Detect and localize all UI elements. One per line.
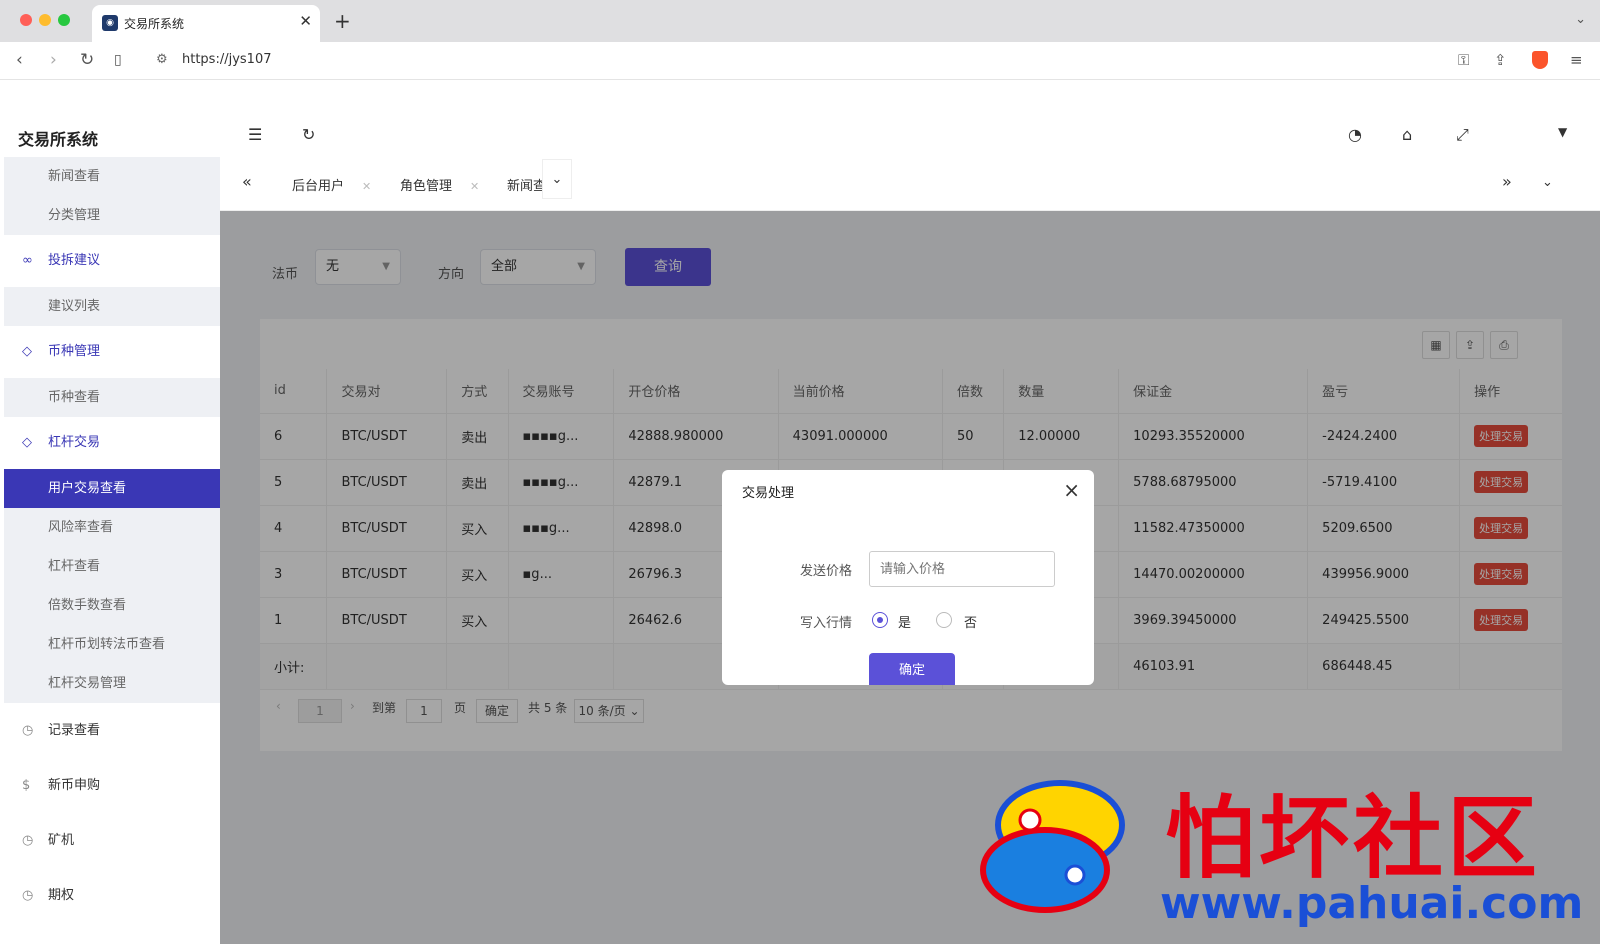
browser-tab[interactable]: ◉ 交易所系统 ✕ (92, 5, 320, 42)
browser-tab-title: 交易所系统 (124, 17, 185, 31)
radio-no-label: 否 (964, 616, 978, 631)
fullscreen-icon[interactable]: ⤢ (1456, 125, 1469, 145)
url-field[interactable]: ⚙ https://jys107 (146, 47, 1556, 75)
radio-yes[interactable] (872, 612, 888, 628)
trade-dialog: 交易处理 × 发送价格 写入行情 是 否 确定 (722, 470, 1094, 685)
page-tabs-bar: « 后台用户 ✕ 角色管理 ✕ 新闻查 ⌄ » ⌄ (220, 159, 1600, 211)
reload-icon[interactable]: ↻ (80, 50, 94, 70)
user-dropdown-icon[interactable]: ▼ (1558, 125, 1567, 139)
price-label: 发送价格 (800, 564, 853, 579)
minimize-window-icon[interactable] (39, 14, 51, 26)
sidebar-overlay (0, 211, 220, 944)
page-tab[interactable]: 后台用户 ✕ (292, 175, 371, 194)
brave-shield-icon[interactable] (1532, 51, 1548, 69)
favicon-icon: ◉ (102, 15, 118, 31)
page-tab-label: 角色管理 (400, 179, 453, 194)
maximize-window-icon[interactable] (58, 14, 70, 26)
radio-yes-label: 是 (898, 616, 912, 631)
hamburger-menu-icon[interactable]: ≡ (1570, 51, 1583, 69)
browser-tabbar: ◉ 交易所系统 ✕ + ⌄ (0, 0, 1600, 42)
browser-window: ◉ 交易所系统 ✕ + ⌄ ‹ › ↻ ▯ ⚙ https://jys107 ⚿… (0, 0, 1600, 944)
site-settings-icon[interactable]: ⚙ (156, 52, 168, 67)
close-tab-icon[interactable]: ✕ (299, 12, 312, 30)
forward-icon[interactable]: › (50, 50, 57, 70)
watermark-text: 怕坏社区 (1165, 785, 1541, 891)
refresh-icon[interactable]: ↻ (302, 125, 315, 144)
tabs-left-icon[interactable]: « (242, 172, 252, 191)
dialog-title: 交易处理 (742, 486, 795, 501)
key-icon[interactable]: ⚿ (1458, 51, 1469, 69)
radio-no[interactable] (936, 612, 952, 628)
page-tab[interactable]: 新闻查 (507, 175, 546, 194)
address-bar: ‹ › ↻ ▯ ⚙ https://jys107 ⚿ ⇪ ≡ (0, 42, 1600, 80)
close-window-icon[interactable] (20, 14, 32, 26)
collapse-menu-icon[interactable]: ☰ (248, 125, 262, 144)
chevron-down-icon[interactable]: ⌄ (542, 159, 572, 199)
chevron-down-icon[interactable]: ⌄ (1575, 12, 1586, 27)
tag-icon[interactable]: ⌂ (1402, 125, 1412, 144)
page-tab-label: 新闻查 (507, 179, 547, 194)
page-tab[interactable]: 角色管理 ✕ (400, 175, 479, 194)
sidebar-item-label: 新闻查看 (48, 169, 101, 184)
tabs-right-icon[interactable]: » (1502, 172, 1512, 191)
new-tab-icon[interactable]: + (334, 9, 351, 33)
sidebar-item[interactable]: 新闻查看 (4, 157, 220, 196)
header-bar: ☰ ↻ ◔ ⌂ ⤢ ▼ (220, 81, 1600, 159)
app-brand: 交易所系统 (18, 130, 99, 149)
close-icon[interactable]: × (1063, 478, 1080, 502)
share-icon[interactable]: ⇪ (1494, 51, 1507, 69)
page-tab-label: 后台用户 (292, 179, 345, 194)
chevron-down-icon[interactable]: ⌄ (1542, 175, 1553, 190)
palette-icon[interactable]: ◔ (1348, 125, 1362, 144)
price-input[interactable] (869, 551, 1055, 587)
confirm-button[interactable]: 确定 (869, 653, 955, 685)
back-icon[interactable]: ‹ (16, 50, 23, 70)
watermark-url: www.pahuai.com (1160, 878, 1584, 929)
url-text: https://jys107 (182, 52, 272, 67)
close-icon[interactable]: ✕ (470, 180, 479, 193)
bookmark-icon[interactable]: ▯ (114, 52, 122, 68)
close-icon[interactable]: ✕ (362, 180, 371, 193)
fish-logo-icon (980, 780, 1125, 913)
market-label: 写入行情 (800, 616, 853, 631)
